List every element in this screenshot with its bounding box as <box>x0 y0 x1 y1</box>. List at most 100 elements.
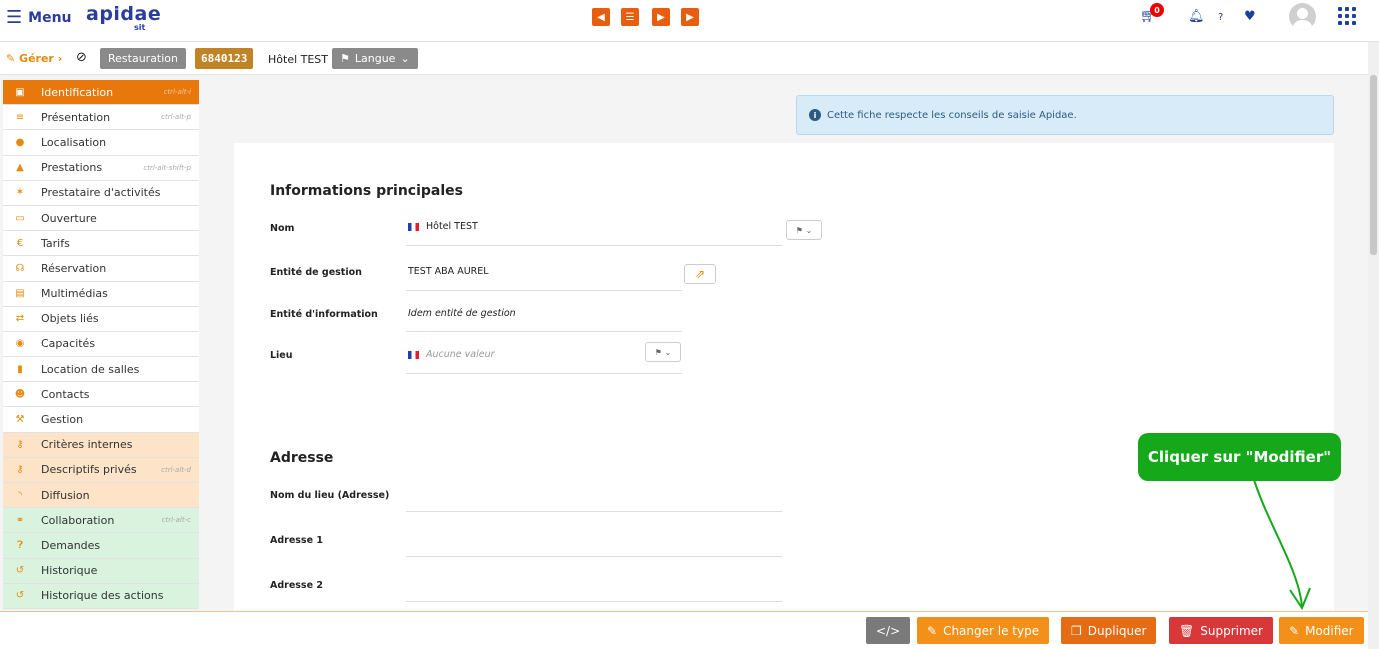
adresse1-input[interactable] <box>406 556 782 557</box>
sidebar-item-prestations[interactable]: ▲ Prestations ctrl-alt-shift-p <box>3 155 199 181</box>
lieu-placeholder: Aucune valeur <box>426 349 495 360</box>
entite-information-field[interactable]: Idem entité de gestion <box>408 308 516 319</box>
object-id-tag: 6840123 <box>195 48 254 69</box>
sidebar-item-objets-lies[interactable]: ⇄ Objets liés <box>3 306 199 332</box>
code-icon: </> <box>876 623 901 638</box>
edit-label: Modifier <box>1305 623 1354 638</box>
sidebar-item-demandes[interactable]: ❓︎ Demandes <box>3 533 199 559</box>
heart-icon: ♥ <box>1244 9 1256 24</box>
hamburger-icon: ☰ <box>6 7 23 28</box>
sidebar-item-historique[interactable]: ↺ Historique <box>3 558 199 584</box>
nom-language-dropdown[interactable]: ⚑ ⌄ <box>786 220 822 240</box>
sidebar-item-capacites[interactable]: ◉ Capacités <box>3 331 199 358</box>
sidebar-item-descriptifs-prives[interactable]: ⚷ Descriptifs privés ctrl-alt-d <box>3 457 199 483</box>
sidebar-item-label: Réservation <box>41 261 107 275</box>
headset-icon: ☊ <box>15 262 25 274</box>
sidebar-item-label: Prestataire d'activités <box>41 186 161 200</box>
sidebar-item-prestataire-activites[interactable]: ✶ Prestataire d'activités <box>3 180 199 206</box>
scrollbar-thumb[interactable] <box>1370 75 1377 255</box>
section-title-informations: Informations principales <box>270 183 463 199</box>
nom-field[interactable]: Hôtel TEST <box>408 221 478 232</box>
sidebar-item-label: Diffusion <box>41 488 90 502</box>
flag-icon: ⚑ <box>340 52 350 65</box>
user-avatar[interactable] <box>1289 3 1316 30</box>
sidebar-item-criteres-internes[interactable]: ⚷ Critères internes <box>3 432 199 458</box>
apidae-logo[interactable]: apidae <box>86 3 161 25</box>
top-bar: ☰ Menu apidae sit ◀ ☰ ▶ ▶ 🛒︎ 0 🔔︎ ? ♥ <box>0 0 1379 42</box>
next-object-button[interactable]: ▶ <box>652 8 670 26</box>
caret-left-icon: ◀ <box>597 11 605 23</box>
edit-button[interactable]: ✎ Modifier <box>1279 617 1364 644</box>
sidebar-item-label: Contacts <box>41 387 90 401</box>
flag-fr-icon <box>408 222 419 231</box>
change-type-button[interactable]: ✎ Changer le type <box>917 617 1050 644</box>
euro-icon: € <box>16 237 24 249</box>
sidebar-item-label: Descriptifs privés <box>41 463 137 477</box>
sidebar-item-label: Collaboration <box>41 513 115 527</box>
shortcut-hint: ctrl-alt-d <box>161 465 191 474</box>
sidebar-item-presentation[interactable]: ≡ Présentation ctrl-alt-p <box>3 105 199 131</box>
sidebar-item-label: Tarifs <box>41 236 70 250</box>
language-button[interactable]: ⚑ Langue ⌄ <box>332 48 418 69</box>
info-notice: i Cette fiche respecte les conseils de s… <box>796 95 1334 135</box>
handshake-icon: ⚭ <box>15 514 25 526</box>
result-list-button[interactable]: ☰ <box>621 8 639 26</box>
sidebar-item-label: Ouverture <box>41 211 97 225</box>
info-circle-icon: i <box>809 109 821 121</box>
open-entity-button[interactable]: ⇗ <box>684 264 716 284</box>
menu-button[interactable]: ☰ Menu <box>6 9 72 27</box>
sidebar-item-multimedias[interactable]: ▤ Multimédias <box>3 281 199 307</box>
lieu-language-dropdown[interactable]: ⚑ ⌄ <box>645 342 681 362</box>
magic-wand-icon: ✎ <box>927 623 938 638</box>
favorites-button[interactable]: ♥ <box>1244 9 1256 24</box>
source-code-button[interactable]: </> <box>866 617 911 644</box>
gerer-menu[interactable]: ✎ Gérer › <box>6 52 62 65</box>
sidebar-item-collaboration[interactable]: ⚭ Collaboration ctrl-alt-c <box>3 508 199 534</box>
shortcut-hint: ctrl-alt-shift-p <box>143 163 191 172</box>
adresse2-input[interactable] <box>406 601 782 602</box>
sidebar-item-historique-actions[interactable]: ↺ Historique des actions <box>3 583 199 609</box>
sidebar-item-label: Identification <box>41 85 114 99</box>
sidebar-item-localisation[interactable]: ● Localisation <box>3 130 199 156</box>
sidebar-item-contacts[interactable]: ☻ Contacts <box>3 382 199 408</box>
delete-label: Supprimer <box>1200 623 1263 638</box>
rss-icon: ◝ <box>18 489 22 501</box>
sidebar-item-gestion[interactable]: ⚒ Gestion <box>3 407 199 433</box>
wrench-icon: ⚒ <box>15 414 25 426</box>
users-icon: ☻ <box>14 388 26 400</box>
entite-gestion-field[interactable]: TEST ABA AUREL <box>408 266 489 277</box>
copy-icon: ❐ <box>1071 623 1082 638</box>
lieu-field[interactable]: Aucune valeur <box>408 349 495 360</box>
last-object-button[interactable]: ▶ <box>681 8 699 26</box>
flag-fr-icon <box>408 350 419 359</box>
eye-slash-icon[interactable]: ⊘ <box>76 50 87 65</box>
delete-button[interactable]: 🗑︎ Supprimer <box>1169 617 1273 644</box>
shortcut-hint: ctrl-alt-i <box>163 88 191 97</box>
object-toolbar: ✎ Gérer › ⊘ Restauration 6840123 Hôtel T… <box>0 42 1379 75</box>
notifications-button[interactable]: 🔔︎ <box>1188 9 1205 24</box>
bell-icon: 🔔︎ <box>1188 9 1205 24</box>
flag-icon: ⚑ ⌄ <box>795 225 813 235</box>
sidebar-item-label: Présentation <box>41 110 111 124</box>
nom-lieu-input[interactable] <box>406 511 782 512</box>
person-running-icon: ✶ <box>15 187 25 199</box>
service-bell-icon: ▲ <box>16 162 24 174</box>
section-title-adresse: Adresse <box>270 450 334 466</box>
sidebar-item-diffusion[interactable]: ◝ Diffusion <box>3 483 199 509</box>
sidebar-item-tarifs[interactable]: € Tarifs <box>3 231 199 257</box>
sidebar-item-identification[interactable]: ▣ Identification ctrl-alt-i <box>3 80 199 106</box>
sidebar-item-reservation[interactable]: ☊ Réservation <box>3 256 199 282</box>
nom-label: Nom <box>270 223 295 234</box>
duplicate-button[interactable]: ❐ Dupliquer <box>1061 617 1157 644</box>
sidebar-item-location-salles[interactable]: ▮ Location de salles <box>3 357 199 383</box>
nom-value: Hôtel TEST <box>426 221 478 232</box>
play-icon: ▶ <box>686 11 694 23</box>
history-icon: ↺ <box>15 590 25 602</box>
sidebar-item-ouverture[interactable]: ▭ Ouverture <box>3 205 199 232</box>
previous-object-button[interactable]: ◀ <box>592 8 610 26</box>
map-marker-icon: ● <box>15 136 25 148</box>
help-button[interactable]: ? <box>1218 12 1223 23</box>
exchange-icon: ⇄ <box>15 313 25 325</box>
apps-grid-icon[interactable] <box>1338 7 1356 25</box>
chevron-down-icon: ⌄ <box>400 52 410 65</box>
